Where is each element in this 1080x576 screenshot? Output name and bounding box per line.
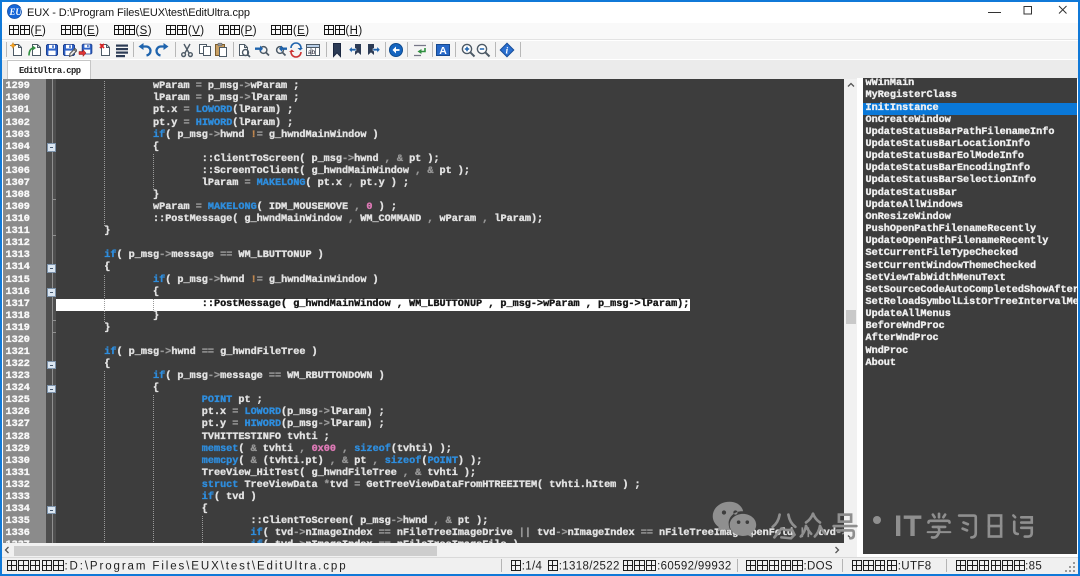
svg-text:A: A <box>439 45 447 57</box>
svg-text:EU: EU <box>8 7 22 17</box>
svg-text:ab: ab <box>308 49 316 56</box>
